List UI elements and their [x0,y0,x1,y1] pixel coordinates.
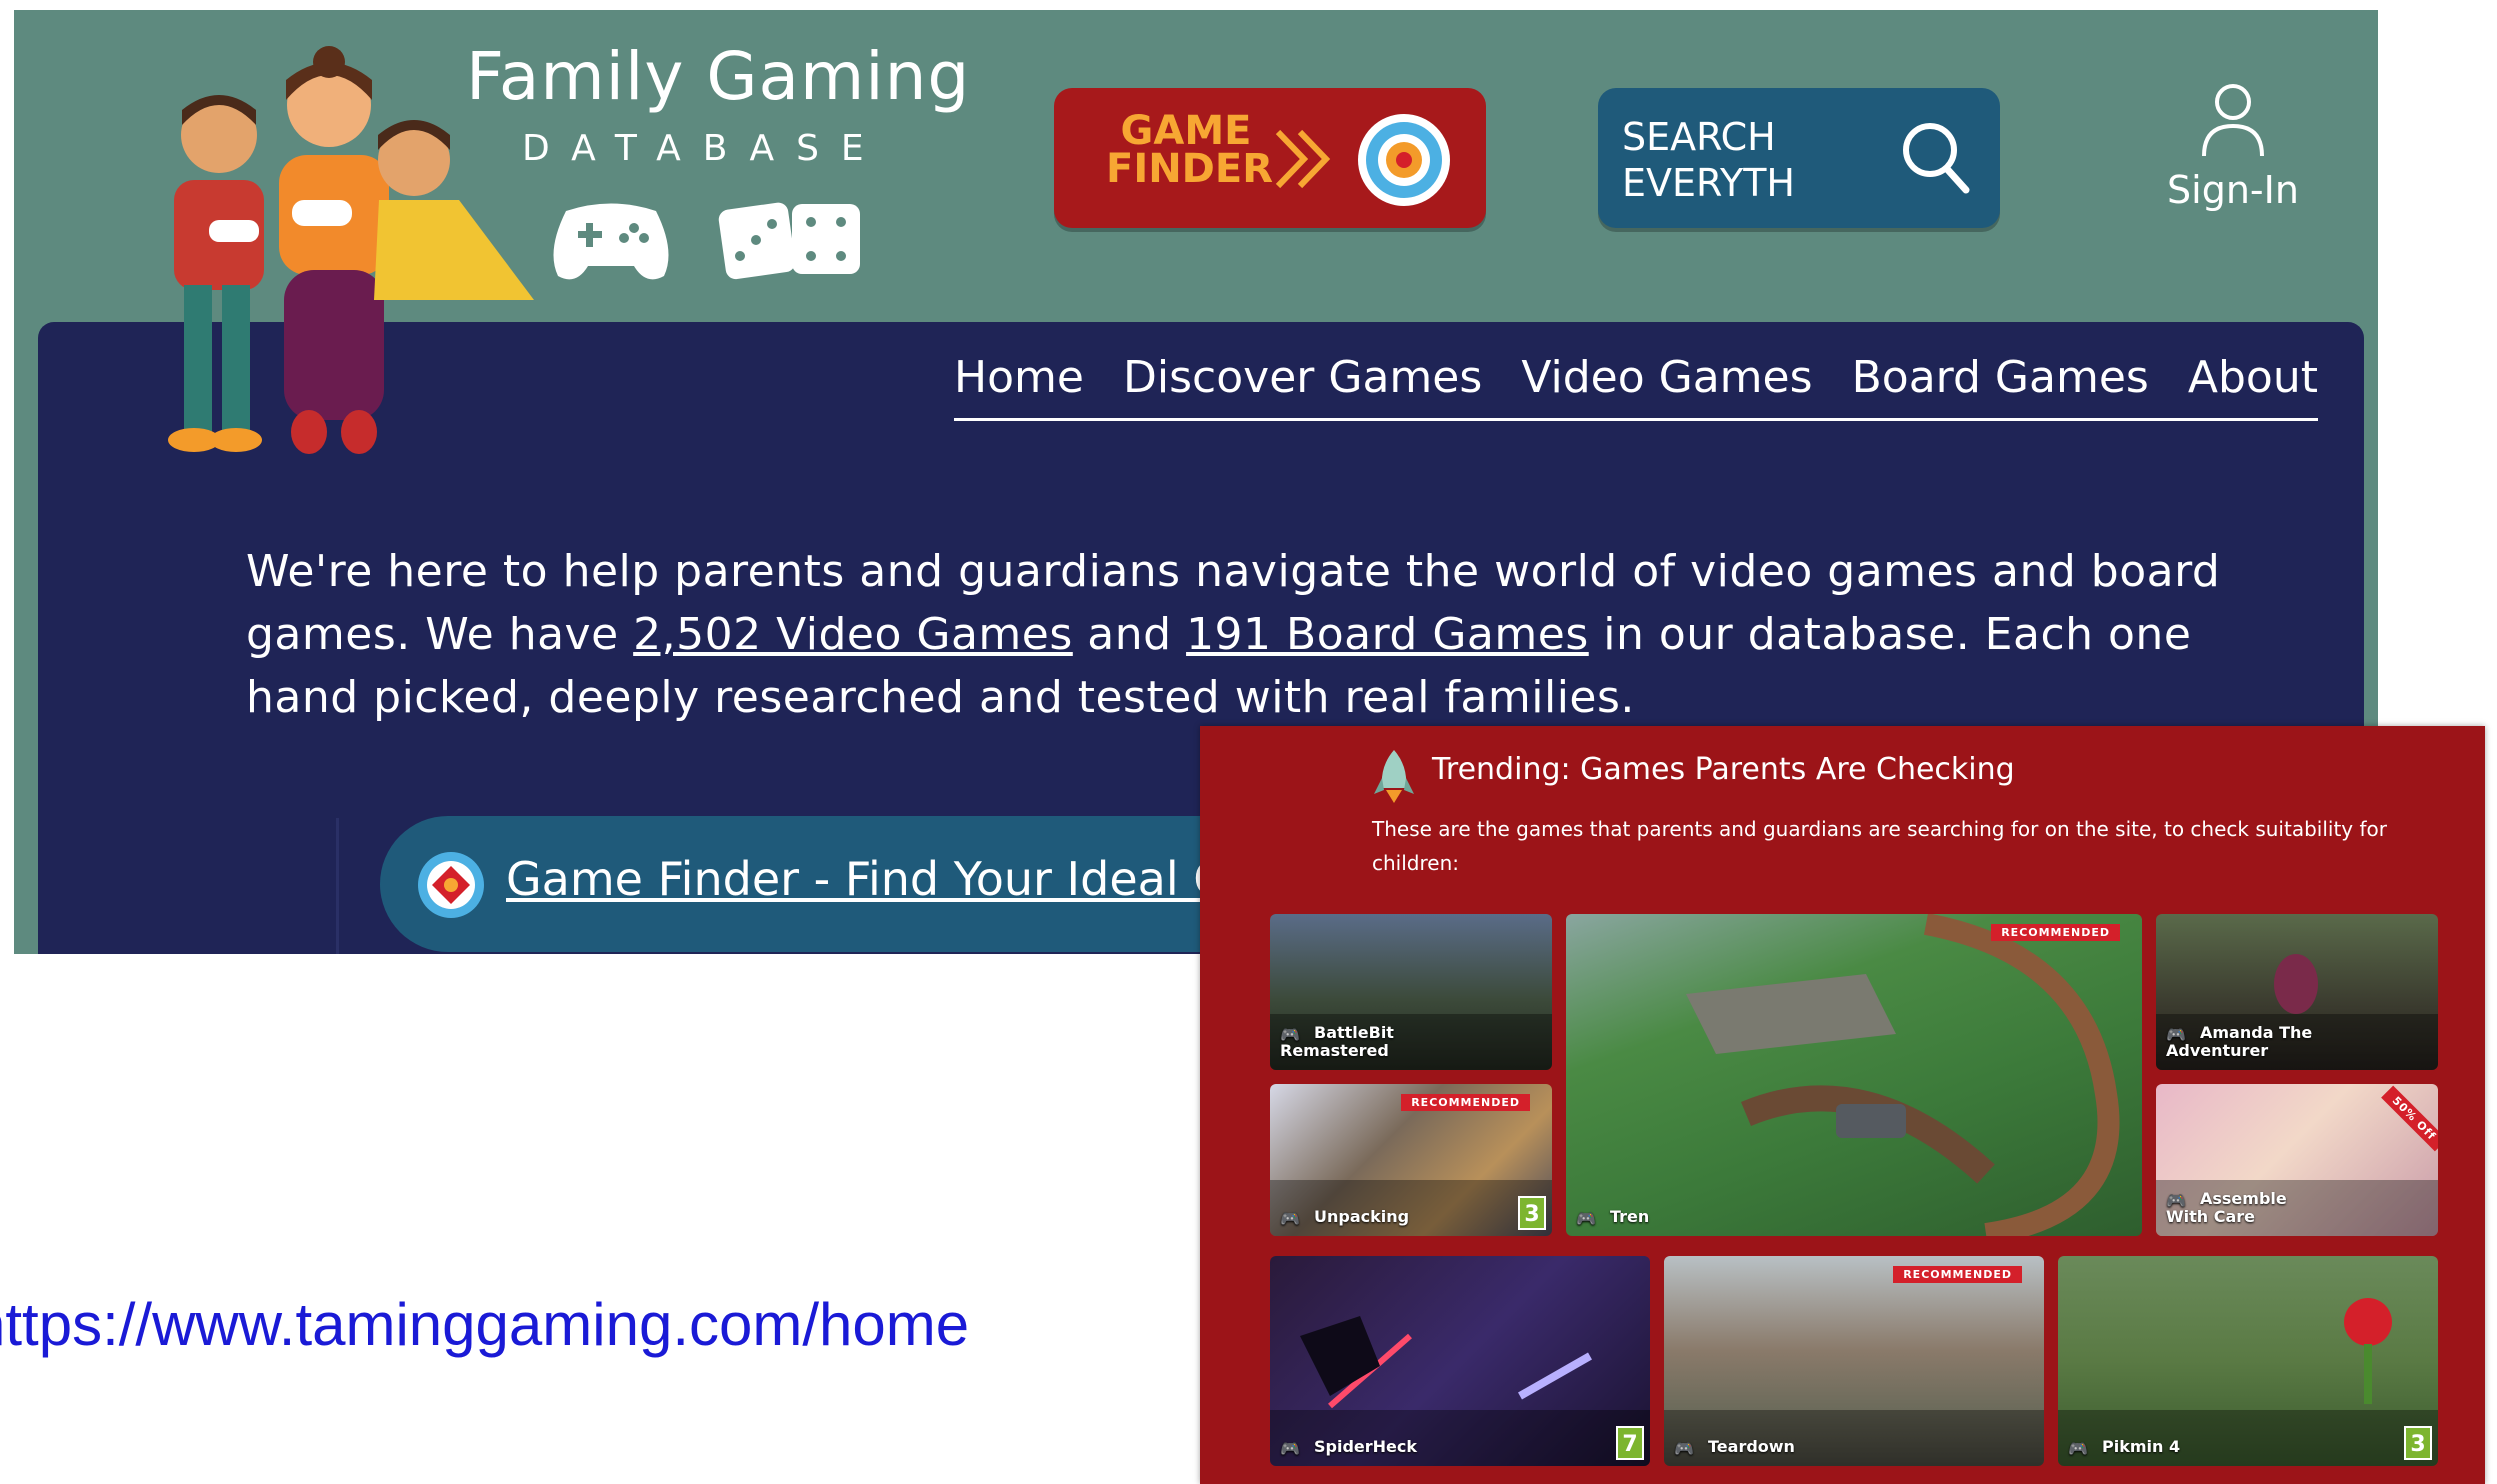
gamepad-icon: 🎮 [1576,1209,1596,1228]
discount-badge: 50% Off [2381,1085,2438,1152]
dice-icon [718,202,860,280]
age-rating-badge: 3 [2404,1426,2432,1460]
recommended-badge: RECOMMENDED [1401,1094,1530,1111]
tile-title: 🎮 Teardown [1674,1437,1795,1458]
trending-description: These are the games that parents and gua… [1372,817,2387,875]
game-tile-assemble-with-care[interactable]: 50% Off 🎮 Assemble With Care [2156,1084,2438,1236]
game-tile-spiderheck[interactable]: 🎮 SpiderHeck 7 [1270,1256,1650,1466]
game-tile-battlebit[interactable]: 🎮 BattleBit Remastered [1270,914,1552,1070]
gamepad-icon: 🎮 [1280,1209,1300,1228]
tile-title: 🎮 Pikmin 4 [2068,1437,2181,1458]
game-finder-link[interactable]: Game Finder - Find Your Ideal G [506,852,1229,906]
logo-title[interactable]: Family Gaming [466,38,970,115]
tile-title: 🎮 Assemble With Care [2166,1190,2316,1226]
nav-board-games[interactable]: Board Games [1852,348,2149,418]
source-url-text: https://www.taminggaming.com/home [0,1291,970,1358]
controller-icon [553,203,669,280]
gamepad-icon: 🎮 [1674,1439,1694,1458]
game-tile-tren[interactable]: RECOMMENDED 🎮 Tren [1566,914,2142,1236]
sign-in-label: Sign-In [2167,168,2299,212]
game-tile-amanda[interactable]: 🎮 Amanda The Adventurer [2156,914,2438,1070]
tile-title: 🎮 BattleBit Remastered [1280,1024,1430,1060]
target-icon [1358,114,1450,206]
gamepad-icon: 🎮 [2166,1025,2186,1044]
tile-title: 🎮 Unpacking [1280,1207,1410,1228]
age-rating-badge: 7 [1616,1426,1644,1460]
logo-subtitle: DATABASE [522,128,886,169]
sign-in-link[interactable]: Sign-In [2158,80,2308,240]
tile-title-text: Pikmin 4 [2102,1437,2181,1456]
tile-title: 🎮 SpiderHeck [1280,1437,1418,1458]
game-tile-teardown[interactable]: RECOMMENDED 🎮 Teardown [1664,1256,2044,1466]
gamepad-icon: 🎮 [1280,1025,1300,1044]
source-url[interactable]: https://www.taminggaming.com/home [0,1290,1060,1359]
target-icon [418,852,484,918]
tile-title-text: SpiderHeck [1314,1437,1418,1456]
gamepad-icon: 🎮 [2166,1191,2186,1210]
recommended-badge: RECOMMENDED [1991,924,2120,941]
tile-title-text: Unpacking [1314,1207,1410,1226]
age-rating-badge: 3 [1518,1196,1546,1230]
rocket-icon [1374,750,1414,803]
intro-text: We're here to help parents and guardians… [246,540,2286,729]
nav-about[interactable]: About [2188,348,2318,418]
nav-home[interactable]: Home [954,348,1084,418]
game-finder-button[interactable]: GAME FINDER [1054,88,1486,228]
main-nav: Home Discover Games Video Games Board Ga… [954,348,2318,421]
nav-video-games[interactable]: Video Games [1521,348,1812,418]
gamepad-icon: 🎮 [1280,1439,1300,1458]
nav-discover-games[interactable]: Discover Games [1123,348,1482,418]
gamepad-icon: 🎮 [2068,1439,2088,1458]
tile-title-text: Teardown [1708,1437,1795,1456]
double-chevron-icon [1275,129,1331,189]
board-games-count-link[interactable]: 191 Board Games [1186,609,1589,660]
divider [336,818,339,954]
search-icon [1903,123,1970,194]
trending-title: Trending: Games Parents Are Checking [1432,752,2015,787]
recommended-badge: RECOMMENDED [1893,1266,2022,1283]
tile-title: 🎮 Tren [1576,1207,1650,1228]
search-button[interactable]: SEARCH EVERYTH [1598,88,2000,228]
video-games-count-link[interactable]: 2,502 Video Games [633,609,1073,660]
game-tile-unpacking[interactable]: RECOMMENDED 🎮 Unpacking 3 [1270,1084,1552,1236]
game-tile-pikmin-4[interactable]: 🎮 Pikmin 4 3 [2058,1256,2438,1466]
search-label: SEARCH EVERYTH [1622,115,1795,205]
tile-title: 🎮 Amanda The Adventurer [2166,1024,2316,1060]
trending-panel: Trending: Games Parents Are Checking The… [1200,726,2485,1484]
game-finder-label: GAME FINDER [1106,108,1274,192]
tile-title-text: Tren [1610,1207,1650,1226]
intro-part-2: and [1072,609,1187,660]
user-icon [2202,84,2264,157]
tren-artwork [1686,914,2120,1236]
